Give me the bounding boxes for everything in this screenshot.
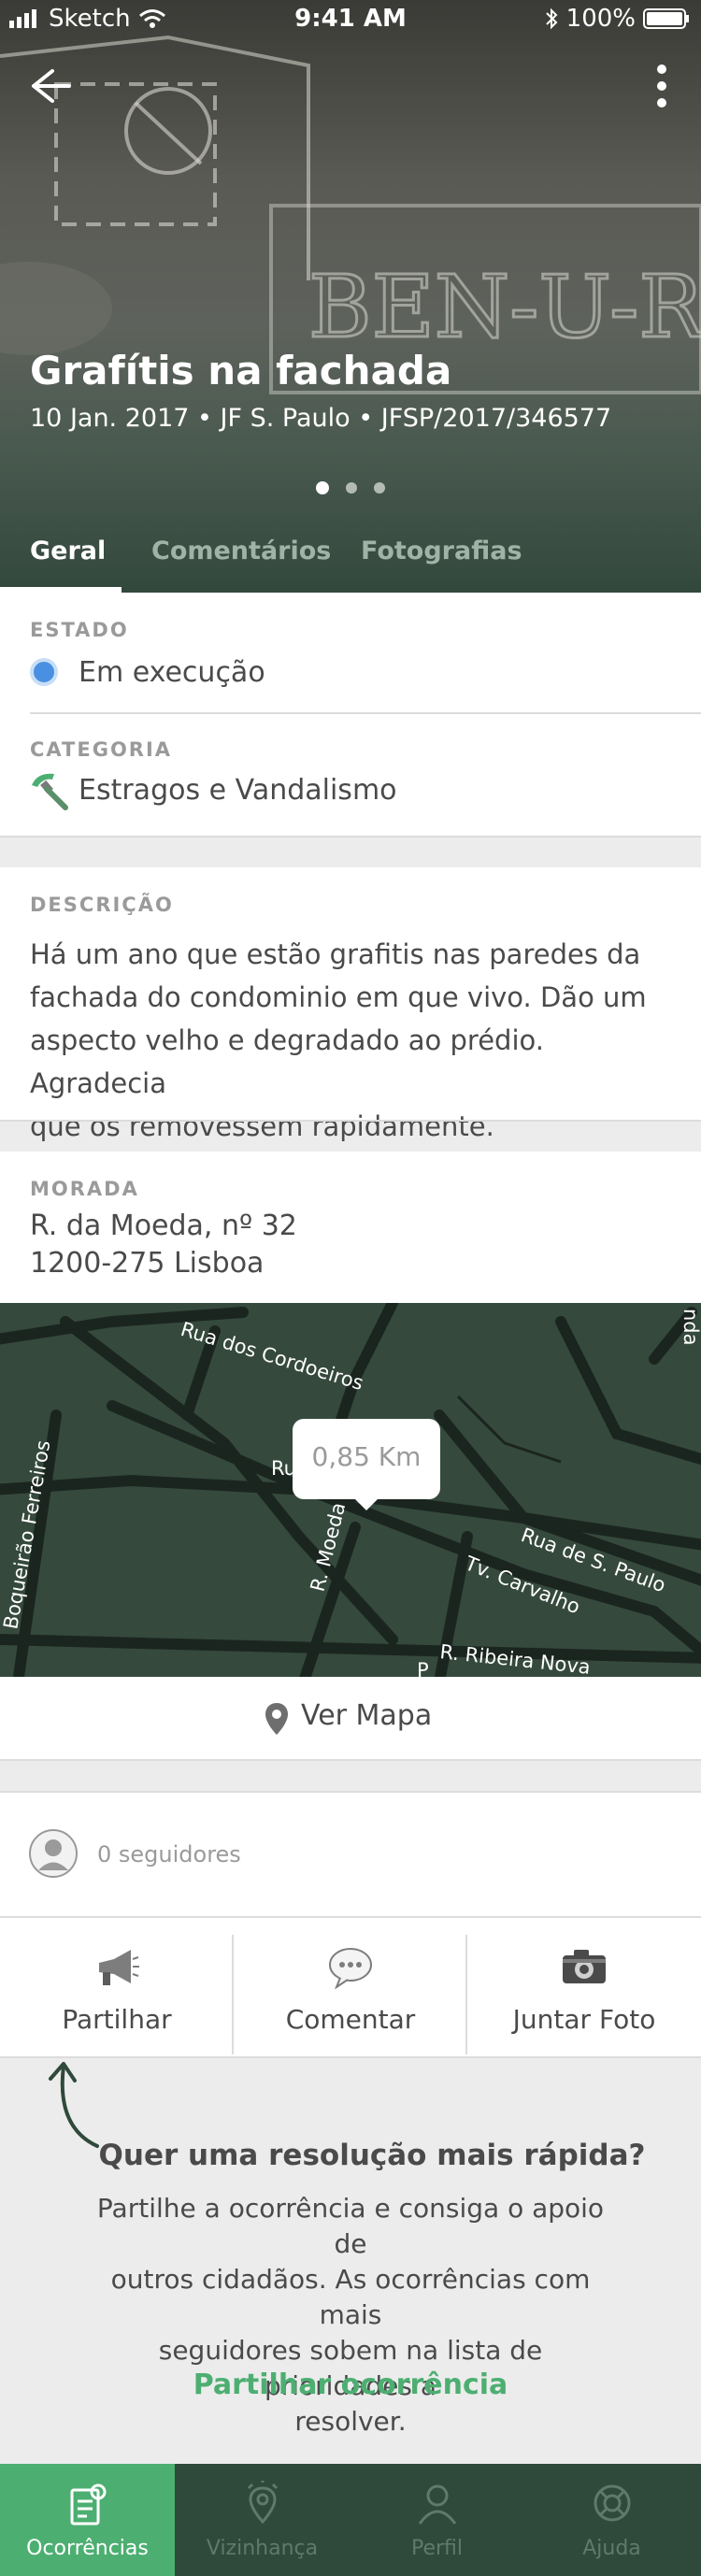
- street-label: nda: [680, 1309, 701, 1346]
- followers-row[interactable]: 0 seguidores: [0, 1791, 701, 1918]
- user-icon: [418, 2484, 457, 2525]
- estado-value: Em execução: [79, 656, 265, 689]
- hero-photo[interactable]: BEN-U-RON Sketch 9:41 AM 100% Grafítis n…: [0, 0, 701, 593]
- bottom-tab-bar: Ocorrências Vizinhança Perfil Ajuda: [0, 2464, 701, 2576]
- megaphone-icon: [99, 1950, 139, 1985]
- tabbar-perfil[interactable]: Perfil: [350, 2464, 524, 2576]
- back-arrow-icon[interactable]: [21, 58, 77, 114]
- distance-bubble: 0,85 Km: [293, 1419, 440, 1499]
- bluetooth-icon: [545, 7, 558, 30]
- action-bar: Partilhar Comentar Juntar Foto: [0, 1916, 701, 2058]
- descricao-text: Há um ano que estão grafitis nas paredes…: [30, 933, 675, 1148]
- battery-percent: 100%: [565, 5, 636, 33]
- tabbar-ocorrencias[interactable]: Ocorrências: [0, 2464, 175, 2576]
- promo-text: Partilhe a ocorrência e consiga o apoio …: [84, 2191, 617, 2440]
- page-dot[interactable]: [346, 482, 357, 494]
- tabbar-ajuda[interactable]: Ajuda: [524, 2464, 699, 2576]
- tab-fotografias[interactable]: Fotografias: [361, 537, 522, 565]
- map-pin-icon: [265, 1703, 288, 1735]
- tabbar-label: Ajuda: [582, 2537, 641, 2560]
- description-card: DESCRIÇÃO Há um ano que estão grafitis n…: [0, 867, 701, 1142]
- estado-label: ESTADO: [30, 619, 129, 641]
- tabbar-vizinhanca[interactable]: Vizinhança: [175, 2464, 350, 2576]
- comment-label: Comentar: [285, 2004, 416, 2035]
- page-dot-active[interactable]: [316, 481, 329, 494]
- tab-comentarios[interactable]: Comentários: [151, 537, 331, 565]
- address-line2: 1200-275 Lisboa: [30, 1247, 265, 1280]
- photo-pagination[interactable]: [0, 481, 701, 494]
- status-category-card: ESTADO Em execução CATEGORIA Estragos e …: [0, 593, 701, 837]
- speech-bubble-icon: [329, 1948, 372, 1989]
- address-line1: R. da Moeda, nº 32: [30, 1209, 297, 1242]
- morada-label: MORADA: [30, 1178, 139, 1200]
- tabbar-label: Ocorrências: [26, 2537, 149, 2560]
- tab-bar: Geral Comentários Fotografias: [0, 520, 701, 593]
- more-options-icon[interactable]: [643, 60, 680, 116]
- camera-icon: [563, 1950, 606, 1983]
- location-pin-icon: [247, 2481, 279, 2525]
- descricao-line: Há um ano que estão grafitis nas paredes…: [30, 938, 641, 970]
- report-icon: [70, 2483, 107, 2526]
- descricao-label: DESCRIÇÃO: [30, 894, 174, 916]
- street-label: P: [417, 1659, 429, 1677]
- tabbar-label: Vizinhança: [206, 2537, 319, 2560]
- page-dot[interactable]: [374, 482, 385, 494]
- lifebuoy-icon: [594, 2484, 631, 2522]
- share-button[interactable]: Partilhar: [0, 1918, 234, 2058]
- attach-photo-button[interactable]: Juntar Foto: [467, 1918, 701, 2058]
- divider: [0, 1120, 701, 1122]
- promo-line: outros cidadãos. As ocorrências com mais: [110, 2264, 591, 2330]
- status-bar: Sketch 9:41 AM 100%: [0, 0, 701, 39]
- categoria-value: Estragos e Vandalismo: [79, 774, 397, 807]
- street-label: R. Ribeira Nova: [438, 1640, 591, 1677]
- avatar-icon: [29, 1829, 78, 1878]
- occurrence-subtitle: 10 Jan. 2017 • JF S. Paulo • JFSP/2017/3…: [30, 404, 612, 433]
- attach-photo-label: Juntar Foto: [512, 2004, 656, 2035]
- view-map-label: Ver Mapa: [301, 1699, 433, 1732]
- distance-bubble-pointer: [353, 1497, 379, 1510]
- occurrence-title: Grafítis na fachada: [30, 348, 452, 394]
- comment-button[interactable]: Comentar: [234, 1918, 467, 2058]
- hammer-icon: [32, 773, 68, 810]
- tabbar-label: Perfil: [410, 2537, 464, 2560]
- promo-line: resolver.: [294, 2406, 407, 2437]
- distance-value: 0,85 Km: [311, 1441, 422, 1472]
- divider: [0, 836, 701, 837]
- graffiti-photo: BEN-U-RON: [0, 35, 701, 394]
- promo-title: Quer uma resolução mais rápida?: [98, 2139, 646, 2172]
- view-map-button[interactable]: Ver Mapa: [0, 1677, 701, 1761]
- promo-line: Partilhe a ocorrência e consiga o apoio …: [96, 2193, 605, 2259]
- status-dot-icon: [30, 658, 58, 686]
- divider: [30, 712, 701, 714]
- descricao-line: fachada do condominio em que vivo. Dão u…: [30, 981, 647, 1013]
- share-label: Partilhar: [62, 2004, 172, 2035]
- descricao-line: aspecto velho e degradado ao prédio. Agr…: [30, 1024, 544, 1099]
- tab-geral[interactable]: Geral: [30, 537, 106, 565]
- categoria-label: CATEGORIA: [30, 738, 173, 761]
- battery-icon: [643, 8, 689, 29]
- followers-count: 0 seguidores: [97, 1841, 241, 1868]
- share-occurrence-link[interactable]: Partilhar ocorrência: [0, 2368, 701, 2401]
- descricao-line: que os removessem rapidamente.: [30, 1110, 494, 1142]
- graffiti-text: BEN-U-RON: [308, 257, 701, 357]
- address-card: MORADA R. da Moeda, nº 32 1200-275 Lisbo…: [0, 1152, 701, 1303]
